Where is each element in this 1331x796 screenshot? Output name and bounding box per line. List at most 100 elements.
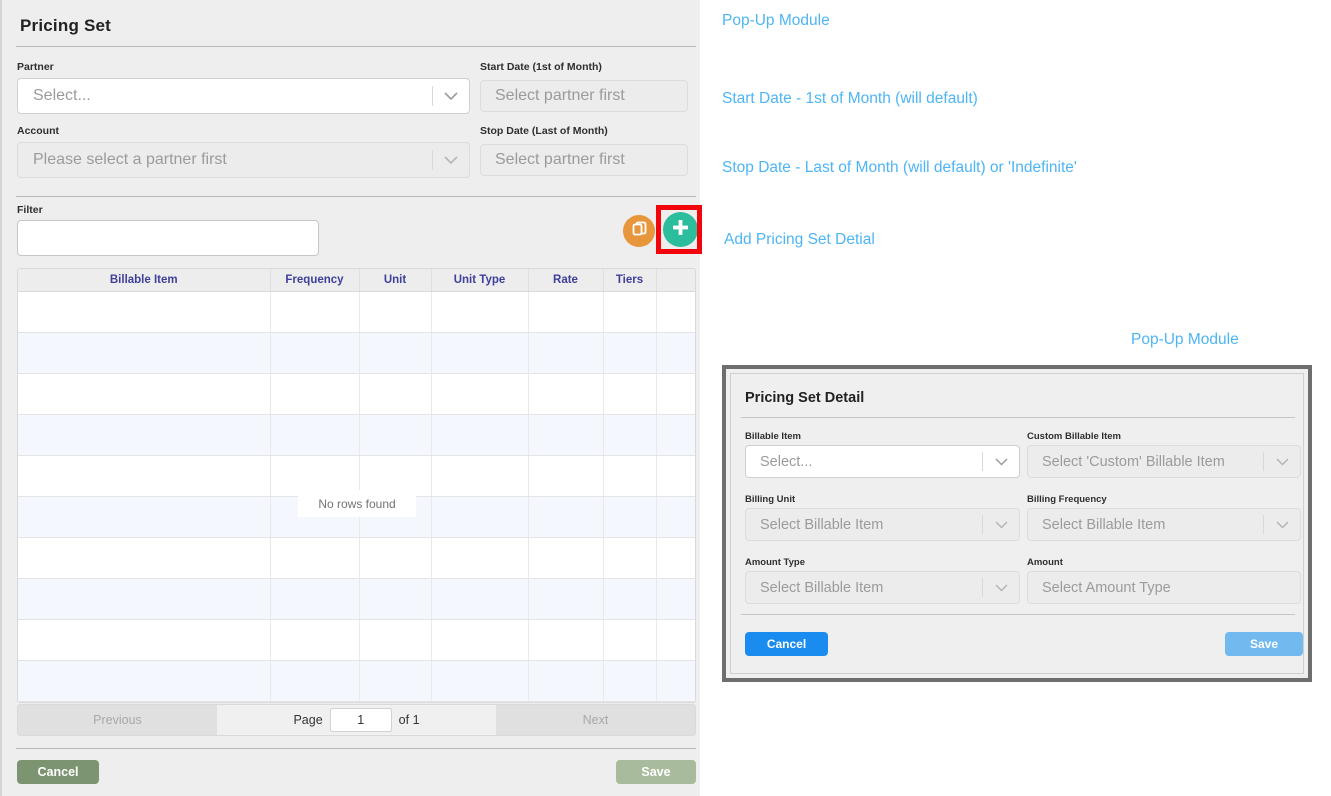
table-cell — [603, 291, 657, 333]
table-cell — [18, 332, 271, 374]
account-label: Account — [17, 125, 59, 137]
table-cell — [431, 660, 529, 702]
table-row[interactable] — [18, 660, 695, 702]
table-row[interactable] — [18, 291, 695, 333]
chevron-down-icon[interactable] — [1264, 457, 1300, 466]
dialog-amount-input[interactable]: Select Amount Type — [1027, 571, 1301, 604]
pricing-set-panel: Pricing Set Partner Select... Start Date… — [0, 0, 702, 796]
next-page-button[interactable]: Next — [496, 705, 695, 735]
dialog-billing-frequency-select[interactable]: Select Billable Item — [1027, 508, 1301, 541]
annotation-popup-module-top: Pop-Up Module — [722, 12, 830, 29]
table-cell — [528, 619, 604, 661]
empty-state-message: No rows found — [298, 490, 416, 517]
table-cell — [18, 619, 271, 661]
table-row[interactable] — [18, 332, 695, 374]
table-cell — [431, 619, 529, 661]
table-cell — [528, 455, 604, 497]
annotation-add-pricing-set-detail: Add Pricing Set Detial — [724, 231, 875, 248]
dialog-amount-type-label: Amount Type — [745, 557, 805, 568]
stop-date-placeholder: Select partner first — [495, 151, 625, 168]
filter-label: Filter — [17, 204, 43, 216]
table-cell — [18, 414, 271, 456]
chevron-down-icon[interactable] — [983, 457, 1019, 466]
dialog-billing-unit-label: Billing Unit — [745, 494, 796, 505]
table-cell — [18, 537, 271, 579]
dialog-cancel-button[interactable]: Cancel — [745, 632, 828, 656]
table-cell — [431, 578, 529, 620]
table-row[interactable] — [18, 619, 695, 661]
table-cell — [270, 332, 360, 374]
chevron-down-icon[interactable] — [983, 520, 1019, 529]
dialog-custom-billable-item-select[interactable]: Select 'Custom' Billable Item — [1027, 445, 1301, 478]
filter-input[interactable] — [17, 220, 319, 256]
table-cell — [656, 332, 695, 374]
dialog-billing-unit-value: Select Billable Item — [760, 516, 884, 533]
table-cell — [270, 414, 360, 456]
table-cell — [270, 291, 360, 333]
title-divider — [16, 46, 696, 47]
table-cell — [431, 291, 529, 333]
chevron-down-icon[interactable] — [1264, 520, 1300, 529]
dialog-billable-item-value: Select... — [760, 453, 813, 470]
column-header-rate[interactable]: Rate — [528, 269, 604, 292]
footer-divider — [16, 748, 696, 749]
page-number-input[interactable]: 1 — [329, 708, 392, 732]
table-row[interactable] — [18, 373, 695, 415]
dialog-amount-type-select[interactable]: Select Billable Item — [745, 571, 1020, 604]
table-cell — [603, 578, 657, 620]
column-header-actions — [656, 269, 695, 292]
table-row[interactable] — [18, 578, 695, 620]
table-cell — [603, 455, 657, 497]
chevron-down-icon[interactable] — [433, 91, 469, 101]
stop-date-input[interactable]: Select partner first — [480, 144, 688, 176]
table-cell — [528, 578, 604, 620]
start-date-input[interactable]: Select partner first — [480, 80, 688, 112]
table-cell — [603, 496, 657, 538]
column-header-tiers[interactable]: Tiers — [603, 269, 657, 292]
dialog-billable-item-select[interactable]: Select... — [745, 445, 1020, 478]
table: Billable Item Frequency Unit Unit Type R… — [18, 269, 695, 702]
column-header-billable-item[interactable]: Billable Item — [18, 269, 271, 292]
table-row[interactable] — [18, 414, 695, 456]
cancel-button[interactable]: Cancel — [17, 760, 99, 784]
table-cell — [359, 537, 432, 579]
copy-icon — [631, 220, 648, 242]
table-cell — [431, 455, 529, 497]
page-total-label: of 1 — [398, 713, 420, 727]
chevron-down-icon[interactable] — [433, 155, 469, 165]
chevron-down-icon[interactable] — [983, 583, 1019, 592]
copy-button[interactable] — [623, 215, 655, 247]
table-cell — [528, 373, 604, 415]
stop-date-label: Stop Date (Last of Month) — [480, 125, 608, 137]
table-cell — [603, 537, 657, 579]
table-cell — [431, 537, 529, 579]
dialog-custom-billable-item-label: Custom Billable Item — [1027, 431, 1121, 442]
dialog-save-button[interactable]: Save — [1225, 632, 1303, 656]
account-select[interactable]: Please select a partner first — [17, 142, 470, 178]
table-row[interactable] — [18, 537, 695, 579]
table-cell — [656, 373, 695, 415]
column-header-frequency[interactable]: Frequency — [270, 269, 360, 292]
table-cell — [431, 373, 529, 415]
account-select-value: Please select a partner first — [33, 151, 227, 168]
dialog-billing-frequency-label: Billing Frequency — [1027, 494, 1107, 505]
dialog-billing-frequency-value: Select Billable Item — [1042, 516, 1166, 533]
partner-select[interactable]: Select... — [17, 78, 470, 114]
table-cell — [656, 660, 695, 702]
dialog-title-divider — [741, 417, 1295, 418]
page-indicator: Page 1 of 1 — [217, 708, 496, 732]
column-header-unit-type[interactable]: Unit Type — [431, 269, 529, 292]
dialog-billing-unit-select[interactable]: Select Billable Item — [745, 508, 1020, 541]
table-cell — [270, 660, 360, 702]
table-cell — [270, 373, 360, 415]
table-cell — [18, 660, 271, 702]
table-cell — [528, 537, 604, 579]
table-cell — [431, 414, 529, 456]
previous-page-button[interactable]: Previous — [18, 705, 217, 735]
table-cell — [270, 578, 360, 620]
column-header-unit[interactable]: Unit — [359, 269, 432, 292]
save-button[interactable]: Save — [616, 760, 696, 784]
table-cell — [656, 455, 695, 497]
table-cell — [359, 619, 432, 661]
dialog-custom-billable-item-value: Select 'Custom' Billable Item — [1042, 453, 1225, 470]
